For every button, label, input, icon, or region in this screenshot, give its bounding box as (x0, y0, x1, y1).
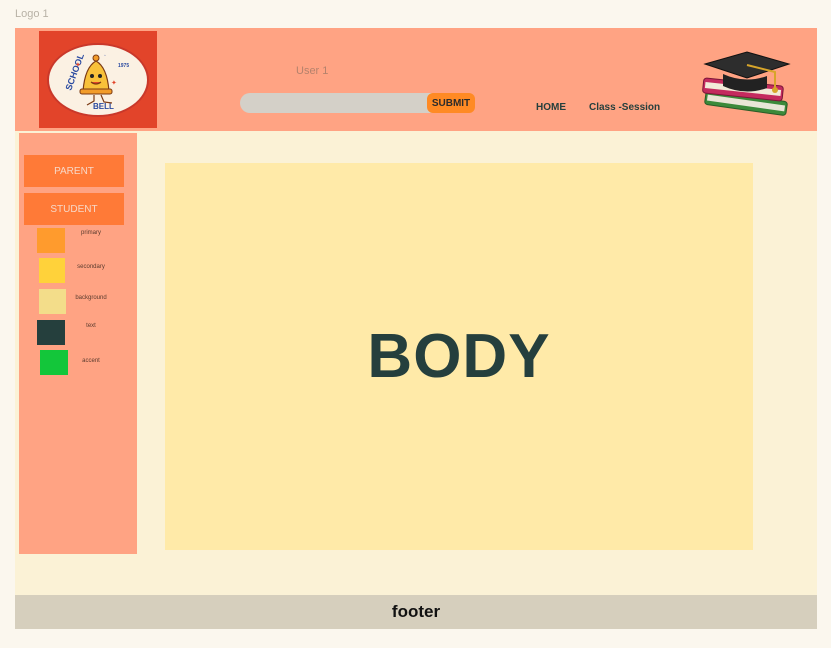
footer: footer (15, 595, 817, 629)
primary-swatch (37, 228, 65, 253)
text-swatch (37, 320, 65, 345)
canvas-label: Logo 1 (15, 8, 49, 20)
svg-text:◦: ◦ (104, 53, 106, 59)
nav-class-session-link[interactable]: Class -Session (589, 102, 660, 113)
user-label: User 1 (296, 65, 329, 77)
footer-text: footer (391, 602, 441, 621)
secondary-swatch (39, 258, 65, 283)
sidebar: PARENT STUDENT primary secondary backgro… (19, 133, 137, 554)
page-frame: SCHOOL BELL 1975 ✦ ✦ ◦ User 1 SUBMIT HOM… (15, 28, 817, 629)
svg-text:✦: ✦ (111, 79, 117, 87)
school-bell-logo[interactable]: SCHOOL BELL 1975 ✦ ✦ ◦ (39, 31, 157, 128)
parent-button[interactable]: PARENT (24, 155, 124, 187)
submit-button[interactable]: SUBMIT (427, 93, 475, 113)
svg-text:✦: ✦ (75, 61, 81, 69)
secondary-label: secondary (77, 264, 105, 270)
graduation-books-icon (702, 51, 791, 116)
bell-icon: SCHOOL BELL 1975 ✦ ✦ ◦ (63, 51, 129, 110)
logo-badge: SCHOOL BELL 1975 ✦ ✦ ◦ (47, 42, 149, 117)
text-label: text (86, 323, 96, 329)
nav-home-link[interactable]: HOME (536, 102, 566, 113)
main-body: BODY (165, 163, 753, 550)
header: SCHOOL BELL 1975 ✦ ✦ ◦ User 1 SUBMIT HOM… (15, 28, 817, 131)
logo-year: 1975 (118, 63, 129, 69)
student-button[interactable]: STUDENT (24, 193, 124, 225)
accent-label: accent (82, 358, 100, 364)
body-title: BODY (367, 322, 551, 391)
primary-label: primary (80, 230, 101, 236)
background-swatch (39, 289, 66, 314)
background-label: background (75, 295, 107, 301)
logo-top-text: SCHOOL (63, 51, 86, 91)
search-input[interactable] (240, 93, 452, 113)
accent-swatch (40, 350, 68, 375)
